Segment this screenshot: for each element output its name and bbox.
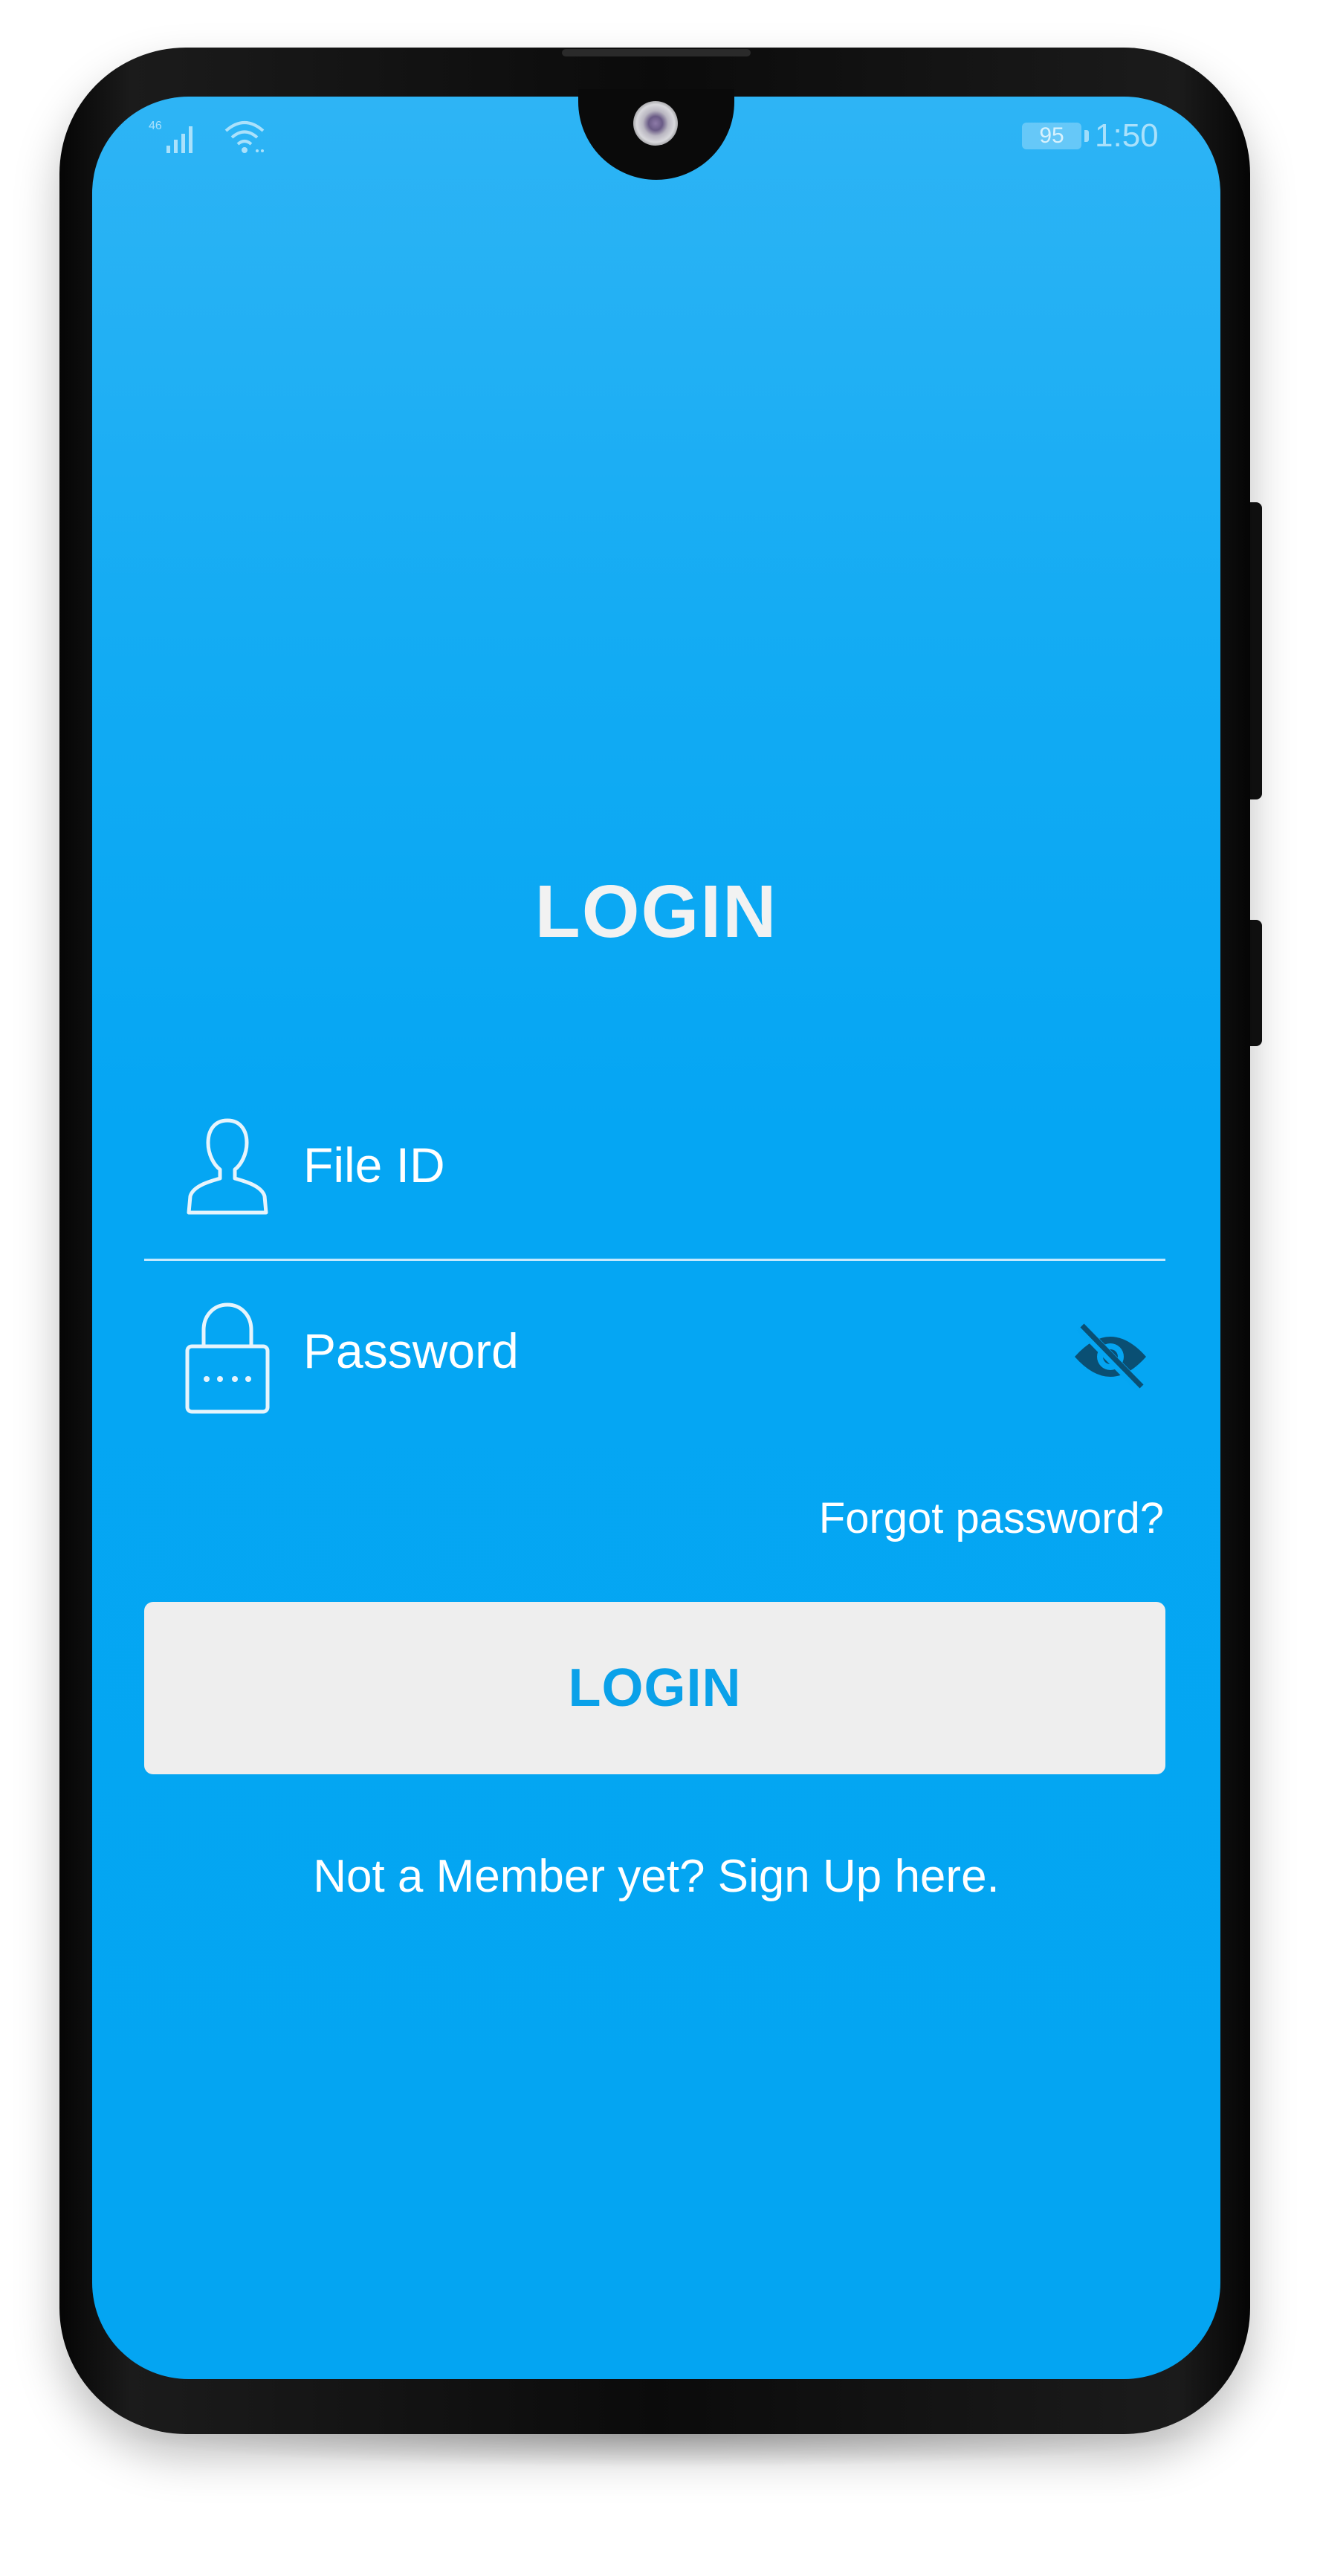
battery-tip [1084, 130, 1089, 142]
battery-level: 95 [1039, 123, 1064, 148]
field-divider [144, 1259, 1165, 1261]
eye-off-icon[interactable] [1072, 1320, 1149, 1394]
user-icon [187, 1118, 268, 1215]
password-placeholder: Password [303, 1323, 519, 1378]
file-id-field[interactable]: File ID [144, 1092, 1165, 1241]
power-button [1249, 502, 1262, 799]
volume-button [1249, 920, 1262, 1046]
status-bar-right: 95 1:50 [1022, 117, 1159, 155]
svg-text:46: 46 [149, 120, 162, 132]
page-title: LOGIN [534, 870, 778, 953]
status-time: 1:50 [1095, 117, 1159, 154]
front-camera-icon [633, 101, 678, 146]
signal-icon: 46 [149, 120, 192, 153]
status-bar-left: 46 [149, 117, 266, 155]
signup-link[interactable]: Not a Member yet? Sign Up here. [92, 1850, 1220, 1903]
password-field[interactable]: Password [144, 1278, 1165, 1427]
canvas: 46 95 1:50 LOGIN File ID Password Forgot… [0, 0, 1320, 2576]
file-id-placeholder: File ID [303, 1138, 445, 1193]
login-button[interactable]: LOGIN [144, 1602, 1165, 1774]
lock-icon [185, 1302, 270, 1414]
battery-icon: 95 [1022, 123, 1089, 149]
earpiece-speaker [562, 49, 751, 56]
wifi-icon [224, 121, 265, 153]
forgot-password-link[interactable]: Forgot password? [819, 1493, 1164, 1543]
